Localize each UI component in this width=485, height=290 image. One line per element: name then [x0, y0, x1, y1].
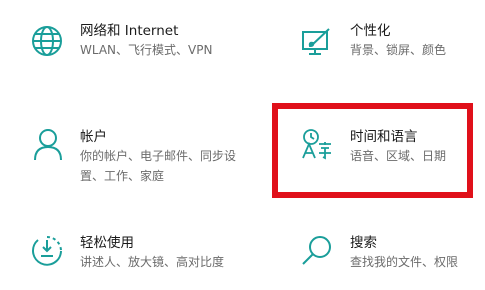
settings-home: 网络和 Internet WLAN、飞行模式、VPN 个性化 背景、锁屏、颜色	[0, 0, 485, 290]
tile-search[interactable]: 搜索 查找我的文件、权限	[300, 234, 480, 284]
globe-icon	[30, 24, 64, 58]
tile-title: 帐户	[80, 129, 107, 145]
tile-text: 帐户 你的帐户、电子邮件、同步设 置、工作、家庭	[80, 128, 236, 186]
tile-description: 讲述人、放大镜、高对比度	[80, 255, 225, 269]
tile-title: 搜索	[350, 235, 377, 251]
tile-text: 轻松使用 讲述人、放大镜、高对比度	[80, 234, 224, 272]
tile-text: 网络和 Internet WLAN、飞行模式、VPN	[80, 22, 212, 60]
tile-accounts[interactable]: 帐户 你的帐户、电子邮件、同步设 置、工作、家庭	[30, 128, 260, 188]
highlight-box	[272, 103, 473, 198]
tile-title: 网络和 Internet	[80, 23, 179, 39]
tile-text: 搜索 查找我的文件、权限	[350, 234, 458, 272]
tile-title: 个性化	[350, 23, 391, 39]
tile-network-internet[interactable]: 网络和 Internet WLAN、飞行模式、VPN	[30, 22, 260, 72]
person-icon	[32, 128, 64, 162]
tile-text: 个性化 背景、锁屏、颜色	[350, 22, 446, 60]
tile-description: 查找我的文件、权限	[350, 255, 459, 269]
tile-ease-of-access[interactable]: 轻松使用 讲述人、放大镜、高对比度	[30, 234, 260, 284]
tile-description: WLAN、飞行模式、VPN	[80, 43, 213, 57]
search-icon	[300, 234, 334, 268]
tile-description-line2: 置、工作、家庭	[80, 169, 165, 183]
tile-title: 轻松使用	[80, 235, 134, 251]
tile-description: 你的帐户、电子邮件、同步设	[80, 149, 237, 163]
tile-description: 背景、锁屏、颜色	[350, 43, 447, 57]
tile-personalization[interactable]: 个性化 背景、锁屏、颜色	[300, 22, 480, 72]
personalization-icon	[300, 26, 334, 58]
ease-of-access-icon	[30, 234, 64, 268]
